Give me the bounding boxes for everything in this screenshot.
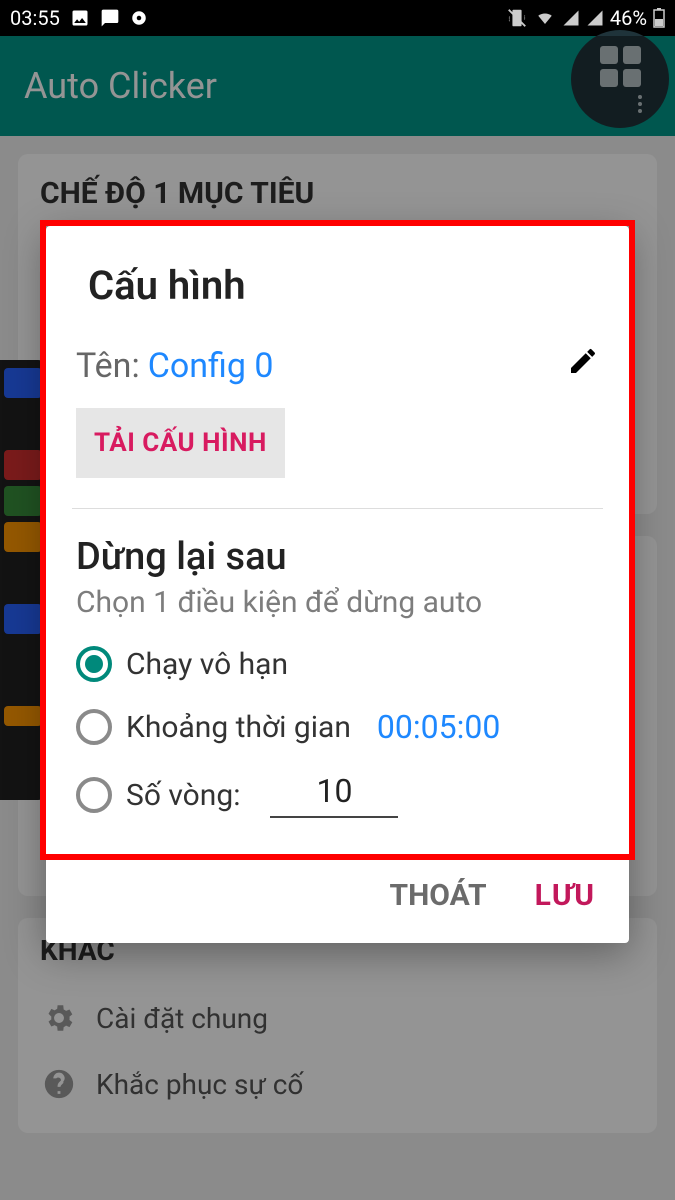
save-button[interactable]: LƯU xyxy=(535,878,595,913)
radio-infinite[interactable]: Chạy vô hạn xyxy=(76,646,599,682)
message-icon xyxy=(100,8,120,28)
battery-text: 46% xyxy=(610,6,647,30)
radio-infinite-label: Chạy vô hạn xyxy=(126,647,288,682)
photo-icon xyxy=(70,8,90,28)
dialog-title: Cấu hình xyxy=(88,262,599,309)
status-bar: 03:55 46% xyxy=(0,0,675,36)
edit-name-button[interactable] xyxy=(567,345,599,386)
config-dialog: Cấu hình Tên: Config 0 TẢI CẤU HÌNH Dừng… xyxy=(46,226,629,943)
stop-section-subtitle: Chọn 1 điều kiện để dừng auto xyxy=(76,585,599,620)
load-config-button[interactable]: TẢI CẤU HÌNH xyxy=(76,408,285,478)
radio-icon xyxy=(76,646,112,682)
stop-section-title: Dừng lại sau xyxy=(76,535,599,579)
radio-duration[interactable]: Khoảng thời gian 00:05:00 xyxy=(76,708,599,746)
radio-duration-label: Khoảng thời gian xyxy=(126,710,351,745)
radio-cycles-label: Số vòng: xyxy=(126,778,240,813)
radio-icon xyxy=(76,777,112,813)
duration-value[interactable]: 00:05:00 xyxy=(377,708,500,746)
config-name-label: Tên: xyxy=(76,346,140,386)
battery-icon xyxy=(653,8,665,28)
exit-button[interactable]: THOÁT xyxy=(390,878,487,913)
vibrate-icon xyxy=(506,7,528,29)
divider xyxy=(72,508,603,509)
pencil-icon xyxy=(567,345,599,377)
dialog-actions: THOÁT LƯU xyxy=(46,834,629,943)
signal-icon-2 xyxy=(586,9,604,27)
config-name-value[interactable]: Config 0 xyxy=(148,346,274,386)
disc-icon xyxy=(130,9,148,27)
status-time: 03:55 xyxy=(10,6,60,30)
config-name-row: Tên: Config 0 xyxy=(76,345,599,386)
cycles-value[interactable]: 10 xyxy=(270,772,398,818)
signal-icon-1 xyxy=(562,9,580,27)
radio-cycles[interactable]: Số vòng: 10 xyxy=(76,772,599,818)
radio-icon xyxy=(76,709,112,745)
wifi-icon xyxy=(534,9,556,27)
